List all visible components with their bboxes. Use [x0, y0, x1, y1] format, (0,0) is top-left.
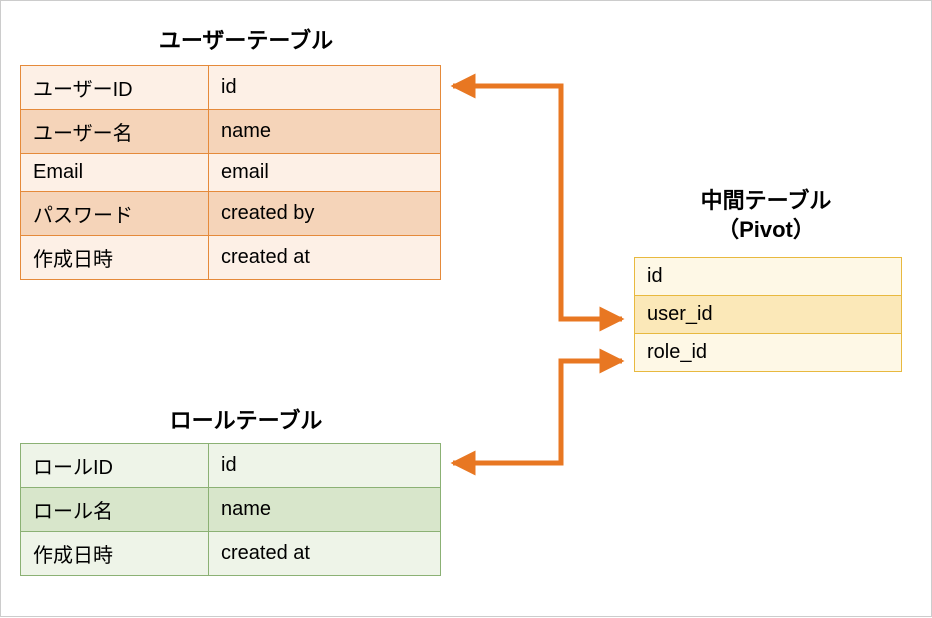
pivot-row-col: user_id	[635, 296, 902, 334]
user-row-col: email	[209, 154, 441, 192]
table-row: Email email	[21, 154, 441, 192]
user-table: ユーザーID id ユーザー名 name Email email パスワード c…	[20, 65, 441, 280]
role-table-title: ロールテーブル	[131, 403, 361, 435]
user-row-label: Email	[21, 154, 209, 192]
user-row-label: ユーザーID	[21, 66, 209, 110]
pivot-row-col: id	[635, 258, 902, 296]
diagram-canvas: ユーザーテーブル ユーザーID id ユーザー名 name Email emai…	[0, 0, 932, 617]
user-row-label: パスワード	[21, 192, 209, 236]
user-row-col: name	[209, 110, 441, 154]
table-row: role_id	[635, 334, 902, 372]
role-row-label: 作成日時	[21, 532, 209, 576]
role-table: ロールID id ロール名 name 作成日時 created at	[20, 443, 441, 576]
role-row-label: ロールID	[21, 444, 209, 488]
role-row-col: created at	[209, 532, 441, 576]
arrow-user-to-pivot	[453, 86, 622, 319]
user-row-col: created at	[209, 236, 441, 280]
role-row-col: name	[209, 488, 441, 532]
pivot-title-line2: （Pivot）	[717, 217, 815, 242]
role-row-label: ロール名	[21, 488, 209, 532]
table-row: ロール名 name	[21, 488, 441, 532]
user-table-title: ユーザーテーブル	[121, 23, 371, 55]
arrow-role-to-pivot	[453, 361, 622, 463]
pivot-row-col: role_id	[635, 334, 902, 372]
pivot-title-line1: 中間テーブル	[701, 188, 832, 213]
table-row: ユーザー名 name	[21, 110, 441, 154]
user-row-col: created by	[209, 192, 441, 236]
table-row: ユーザーID id	[21, 66, 441, 110]
pivot-table: id user_id role_id	[634, 257, 902, 372]
table-row: 作成日時 created at	[21, 236, 441, 280]
table-row: ロールID id	[21, 444, 441, 488]
table-row: id	[635, 258, 902, 296]
pivot-table-title: 中間テーブル （Pivot）	[641, 187, 891, 244]
table-row: user_id	[635, 296, 902, 334]
user-row-label: ユーザー名	[21, 110, 209, 154]
role-row-col: id	[209, 444, 441, 488]
table-row: 作成日時 created at	[21, 532, 441, 576]
user-row-label: 作成日時	[21, 236, 209, 280]
table-row: パスワード created by	[21, 192, 441, 236]
user-row-col: id	[209, 66, 441, 110]
